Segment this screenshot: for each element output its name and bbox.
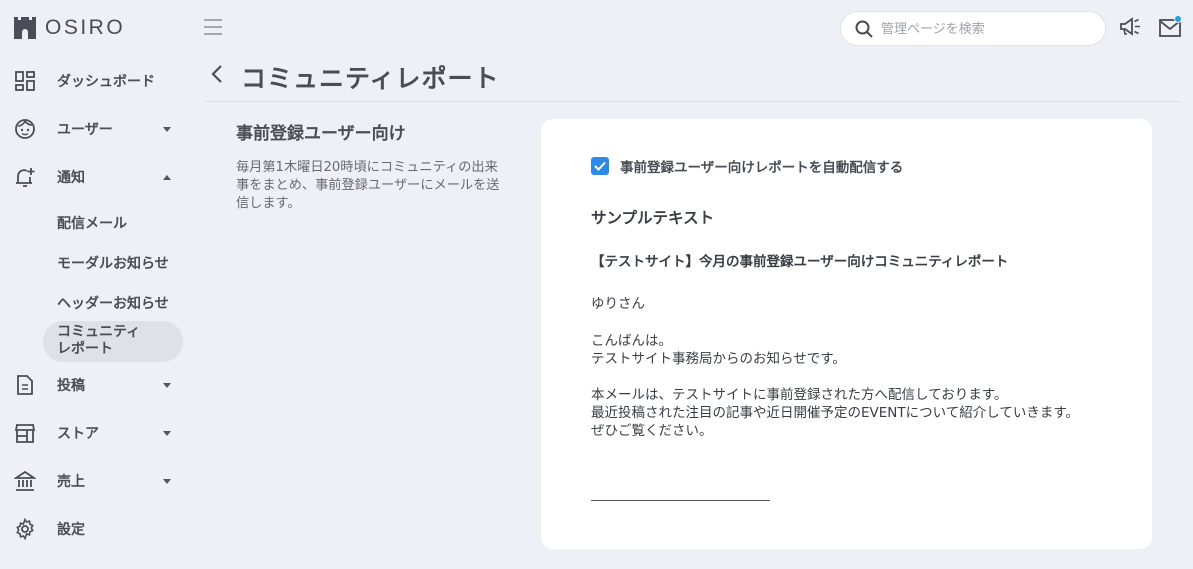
menu-icon[interactable] xyxy=(204,19,222,35)
sidebar-item-label: ストア xyxy=(57,426,99,442)
sidebar-item-store[interactable]: ストア xyxy=(0,413,195,453)
search-input[interactable] xyxy=(881,19,1091,39)
page-title: コミュニティレポート xyxy=(241,64,500,93)
gear-icon xyxy=(16,518,34,540)
mail-line: こんばんは。 xyxy=(591,333,672,349)
sidebar-item-sales[interactable]: 売上 xyxy=(0,461,195,501)
mail-line: ぜひご覧ください。 xyxy=(591,423,713,439)
logo-text: OSIRO xyxy=(45,16,126,39)
mail-separator xyxy=(591,500,770,501)
dashboard-icon xyxy=(15,71,35,91)
section-title: 事前登録ユーザー向け xyxy=(236,124,406,144)
chevron-up-icon xyxy=(163,174,171,180)
mail-line: テストサイト事務局からのお知らせです。 xyxy=(591,351,846,367)
auto-send-checkbox[interactable] xyxy=(591,157,609,175)
section-description: 毎月第1木曜日20時頃にコミュニティの出来 事をまとめ、事前登録ユーザーにメール… xyxy=(236,160,500,211)
sample-text-title: サンプルテキスト xyxy=(591,209,715,227)
sidebar-item-label: 通知 xyxy=(57,170,85,186)
notification-bell-icon xyxy=(16,168,35,187)
store-icon xyxy=(14,424,36,443)
sidebar-item-settings[interactable]: 設定 xyxy=(0,509,195,549)
sidebar-item-label: ダッシュボード xyxy=(57,74,155,90)
sidebar-subitem-delivery-mail[interactable]: 配信メール xyxy=(43,213,183,233)
logo[interactable]: OSIRO xyxy=(13,16,125,40)
mail-line: 本メールは、テストサイトに事前登録された方へ配信しております。 xyxy=(591,387,1008,403)
chevron-down-icon xyxy=(163,430,171,436)
checkmark-icon xyxy=(594,161,606,171)
back-chevron-icon[interactable] xyxy=(210,63,224,85)
sidebar-item-label: 設定 xyxy=(57,522,85,538)
mail-greeting-name: ゆりさん xyxy=(591,296,645,312)
bank-icon xyxy=(14,470,36,491)
sidebar: OSIRO ダッシュボード ユーザー 通知 配信メール モーダルお知らせ ヘッダ… xyxy=(0,0,195,569)
auto-send-checkbox-row[interactable]: 事前登録ユーザー向けレポートを自動配信する xyxy=(591,156,903,176)
sidebar-item-label: 投稿 xyxy=(57,378,85,394)
mail-subject: 【テストサイト】今月の事前登録ユーザー向けコミュニティレポート xyxy=(591,254,1009,270)
search-box[interactable] xyxy=(840,11,1106,46)
chevron-down-icon xyxy=(163,382,171,388)
chevron-down-icon xyxy=(163,126,171,132)
notification-dot xyxy=(1174,15,1182,23)
castle-icon xyxy=(14,17,36,39)
sidebar-item-notifications[interactable]: 通知 xyxy=(0,157,195,197)
sidebar-item-users[interactable]: ユーザー xyxy=(0,109,195,149)
sidebar-item-label: 売上 xyxy=(57,474,85,490)
sidebar-item-label: ユーザー xyxy=(57,122,113,138)
sidebar-subitem-community-report[interactable]: コミュニティ レポート xyxy=(43,321,183,362)
divider xyxy=(204,101,1181,102)
report-card: 事前登録ユーザー向けレポートを自動配信する サンプルテキスト 【テストサイト】今… xyxy=(541,119,1152,549)
document-icon xyxy=(17,375,33,395)
search-icon xyxy=(855,20,873,38)
sidebar-subitem-modal-notice[interactable]: モーダルお知らせ xyxy=(43,253,183,273)
sidebar-item-dashboard[interactable]: ダッシュボード xyxy=(0,61,195,101)
chevron-down-icon xyxy=(163,478,171,484)
sidebar-subitem-header-notice[interactable]: ヘッダーお知らせ xyxy=(43,293,183,313)
megaphone-icon[interactable] xyxy=(1119,17,1141,37)
sidebar-item-posts[interactable]: 投稿 xyxy=(0,365,195,405)
checkbox-label: 事前登録ユーザー向けレポートを自動配信する xyxy=(620,160,904,176)
mail-line: 最近投稿された注目の記事や近日開催予定のEVENTについて紹介していきます。 xyxy=(591,405,1079,421)
user-face-icon xyxy=(15,119,35,139)
